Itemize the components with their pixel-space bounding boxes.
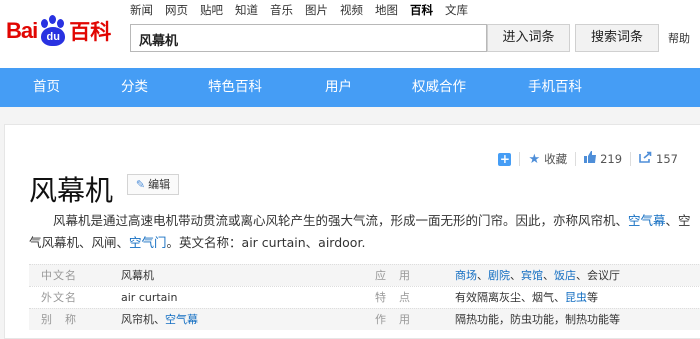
topnav-video[interactable]: 视频	[340, 3, 363, 17]
enter-entry-button[interactable]: 进入词条	[487, 24, 570, 52]
search-entry-button[interactable]: 搜索词条	[575, 24, 659, 52]
share-count: 157	[656, 152, 678, 166]
field-value: air curtain	[121, 291, 178, 304]
like-count: 219	[600, 152, 623, 166]
field-name: 别 称	[41, 313, 77, 326]
topnav-tieba[interactable]: 贴吧	[200, 3, 223, 17]
link-restaurant[interactable]: 饭店	[554, 269, 576, 282]
basic-info-table: 中文名 风幕机 应 用 商场、剧院、宾馆、饭店、会议厅 外文名 air curt…	[29, 264, 700, 330]
field-name: 外文名	[41, 291, 77, 304]
link-air-curtain[interactable]: 空气幕	[628, 213, 666, 228]
field-name: 应 用	[375, 269, 411, 282]
link-air-curtain-alias[interactable]: 空气幕	[165, 313, 198, 326]
basic-info-row: 中文名 风幕机 应 用 商场、剧院、宾馆、饭店、会议厅	[29, 264, 700, 286]
field-value: 风帘机、空气幕	[121, 313, 198, 326]
menu-users[interactable]: 用户	[325, 68, 352, 107]
thumbs-up-icon[interactable]	[584, 151, 597, 167]
edit-label: 编辑	[148, 178, 171, 191]
field-name: 中文名	[41, 269, 77, 282]
link-air-door[interactable]: 空气门	[129, 235, 167, 250]
field-name: 作 用	[375, 313, 411, 326]
star-icon[interactable]: ★	[528, 152, 540, 167]
link-mall[interactable]: 商场	[455, 269, 477, 282]
menu-home[interactable]: 首页	[33, 68, 60, 107]
menu-category[interactable]: 分类	[121, 68, 148, 107]
field-value: 有效隔离灰尘、烟气、昆虫等	[455, 291, 598, 304]
help-link[interactable]: 帮助	[668, 30, 690, 46]
basic-info-row: 别 称 风帘机、空气幕 作 用 隔热功能，防虫功能，制热功能等	[29, 308, 700, 330]
link-hotel[interactable]: 宾馆	[521, 269, 543, 282]
link-insects[interactable]: 昆虫	[565, 291, 587, 304]
favorite-label[interactable]: 收藏	[544, 151, 567, 167]
add-icon[interactable]: +	[498, 152, 512, 166]
topnav-zhidao[interactable]: 知道	[235, 3, 258, 17]
edit-button[interactable]: ✎ 编辑	[127, 174, 179, 195]
main-menu: 首页 分类 特色百科 用户 权威合作 手机百科	[0, 68, 700, 107]
entry-summary: 风幕机是通过高速电机带动贯流或离心风轮产生的强大气流，形成一面无形的门帘。因此，…	[29, 213, 691, 250]
topnav-baike[interactable]: 百科	[410, 3, 433, 17]
menu-authority[interactable]: 权威合作	[412, 68, 466, 107]
link-theater[interactable]: 剧院	[488, 269, 510, 282]
menu-featured[interactable]: 特色百科	[208, 68, 262, 107]
basic-info-row: 外文名 air curtain 特 点 有效隔离灰尘、烟气、昆虫等	[29, 286, 700, 308]
topnav-map[interactable]: 地图	[375, 3, 398, 17]
field-value: 隔热功能，防虫功能，制热功能等	[455, 313, 620, 326]
site-header: Bai du 百科 新闻 网页 贴吧 知道 音乐 图片 视频 地图 百科 文库 …	[0, 0, 700, 68]
logo-bai-text: Bai	[6, 18, 38, 43]
topnav-images[interactable]: 图片	[305, 3, 328, 17]
topnav-wenku[interactable]: 文库	[445, 3, 468, 17]
topnav-news[interactable]: 新闻	[130, 3, 153, 17]
field-name: 特 点	[375, 291, 411, 304]
entry-content: + ★ 收藏 219 157 风幕机 ✎ 编辑 风幕机是通过高速电机带动贯流或离心…	[4, 124, 700, 339]
menu-mobile[interactable]: 手机百科	[528, 68, 582, 107]
field-value: 风幕机	[121, 269, 154, 282]
topnav-music[interactable]: 音乐	[270, 3, 293, 17]
pencil-icon: ✎	[135, 178, 146, 191]
share-icon[interactable]	[639, 151, 652, 167]
top-nav: 新闻 网页 贴吧 知道 音乐 图片 视频 地图 百科 文库	[130, 3, 480, 17]
field-value: 商场、剧院、宾馆、饭店、会议厅	[455, 269, 620, 282]
entry-actions: + ★ 收藏 219 157	[498, 151, 678, 167]
search-input[interactable]: 风幕机	[130, 24, 487, 52]
entry-title: 风幕机	[29, 174, 114, 207]
logo-baike-text: 百科	[69, 20, 112, 44]
baidu-baike-logo[interactable]: Bai du 百科	[6, 14, 111, 48]
topnav-web[interactable]: 网页	[165, 3, 188, 17]
paw-icon: du	[38, 15, 68, 47]
